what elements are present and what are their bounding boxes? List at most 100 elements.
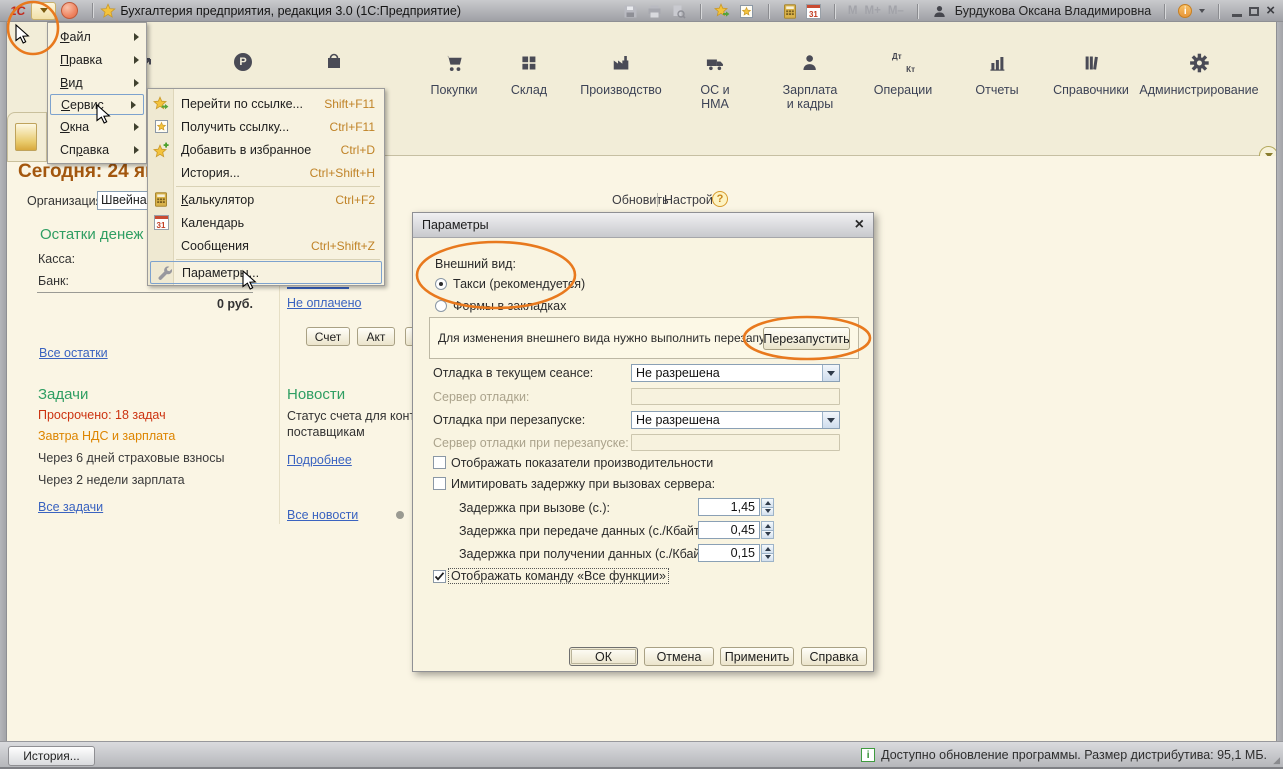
performance-checkbox[interactable]	[433, 456, 446, 469]
save-icon[interactable]	[622, 3, 639, 20]
delay-receive-spinner[interactable]	[761, 544, 774, 562]
dialog-close-button[interactable]: ×	[855, 218, 864, 232]
application-window: 1С Бухгалтерия предприятия, редакция 3.0…	[0, 0, 1283, 769]
section-tab-directories[interactable]: Справочники	[1053, 52, 1129, 97]
shortcut: Ctrl+F11	[330, 120, 375, 134]
menu-item-history[interactable]: История... Ctrl+Shift+H	[148, 161, 384, 184]
menu-item-file[interactable]: Файл	[48, 25, 146, 48]
all-news-link[interactable]: Все новости	[287, 508, 358, 522]
chevron-down-icon[interactable]	[1199, 9, 1205, 13]
help-button[interactable]: Справка	[801, 647, 867, 666]
gear-icon	[1187, 52, 1211, 74]
parameters-dialog: Параметры × Внешний вид: Такси (рекоменд…	[412, 212, 874, 672]
delay-call-spinner[interactable]	[761, 498, 774, 516]
favorites-star-icon[interactable]	[99, 2, 116, 19]
task-item[interactable]: Просрочено: 18 задач	[38, 408, 166, 422]
dropdown-button[interactable]	[822, 365, 839, 381]
calculator-icon[interactable]	[782, 3, 799, 20]
main-menu-button[interactable]	[31, 2, 56, 20]
apply-button[interactable]: Применить	[720, 647, 794, 666]
menu-item-edit[interactable]: Правка	[48, 48, 146, 71]
section-label: Справочники	[1053, 83, 1129, 97]
total-amount: 0 руб.	[153, 297, 253, 311]
print-icon[interactable]	[646, 3, 663, 20]
section-tab-reports[interactable]: Отчеты	[975, 52, 1018, 97]
menu-item-add-favorite[interactable]: Добавить в избранное Ctrl+D	[148, 138, 384, 161]
minimize-button[interactable]	[1232, 14, 1242, 17]
sales-section-icon[interactable]	[325, 52, 343, 76]
submenu-arrow-icon	[134, 56, 139, 64]
delay-call-input[interactable]: 1,45	[698, 498, 760, 516]
resize-grip[interactable]: ◢	[1273, 755, 1281, 766]
menu-item-view[interactable]: Вид	[48, 71, 146, 94]
task-item[interactable]: Через 6 дней страховые взносы	[38, 451, 224, 465]
menu-item-service[interactable]: Сервис	[50, 94, 144, 115]
section-tab-payroll[interactable]: Зарплата и кадры	[783, 52, 838, 112]
delay-receive-input[interactable]: 0,15	[698, 544, 760, 562]
not-paid-link[interactable]: Не оплачено	[287, 296, 361, 310]
section-tab-production[interactable]: Производство	[580, 52, 662, 97]
current-user-name[interactable]: Бурдукова Оксана Владимировна	[955, 4, 1151, 18]
menu-item-help[interactable]: Справка	[48, 138, 146, 161]
maximize-button[interactable]	[1249, 7, 1259, 16]
menu-item-go-to-link[interactable]: Перейти по ссылке... Shift+F11	[148, 92, 384, 115]
print-preview-icon[interactable]	[670, 3, 687, 20]
close-button[interactable]: ×	[1266, 4, 1275, 18]
news-more-link[interactable]: Подробнее	[287, 453, 352, 467]
refresh-link[interactable]: Обновить	[612, 193, 669, 207]
menu-item-calculator[interactable]: Калькулятор Ctrl+F2	[148, 188, 384, 211]
section-label: Склад	[511, 83, 547, 97]
invoice-button[interactable]: Счет	[306, 327, 350, 346]
delay-send-input[interactable]: 0,45	[698, 521, 760, 539]
delay-send-spinner[interactable]	[761, 521, 774, 539]
radio-taxi-label[interactable]: Такси (рекомендуется)	[453, 277, 585, 291]
ok-button[interactable]: ОК	[569, 647, 638, 666]
quick-menu-button[interactable]	[61, 2, 78, 19]
radio-forms-in-tabs[interactable]	[435, 300, 447, 312]
all-balances-link[interactable]: Все остатки	[39, 346, 108, 360]
calendar-icon[interactable]: 31	[806, 4, 821, 19]
memory-recall-button[interactable]: М	[848, 5, 858, 17]
memory-plus-button[interactable]: М+	[865, 5, 881, 17]
organization-select[interactable]: Швейна	[97, 191, 148, 210]
section-tab-warehouse[interactable]: Склад	[511, 52, 547, 97]
dropdown-button[interactable]	[822, 412, 839, 428]
radio-forms-in-tabs-label[interactable]: Формы в закладках	[453, 299, 566, 313]
menu-item-get-link[interactable]: Получить ссылку... Ctrl+F11	[148, 115, 384, 138]
dialog-title-bar[interactable]: Параметры ×	[413, 213, 873, 238]
performance-checkbox-label[interactable]: Отображать показатели производительности	[451, 456, 713, 470]
section-label: ОС и НМА	[700, 83, 729, 112]
debug-restart-select[interactable]: Не разрешена	[631, 411, 840, 429]
menu-item-messages[interactable]: Сообщения Ctrl+Shift+Z	[148, 234, 384, 257]
memory-minus-button[interactable]: М–	[888, 5, 904, 17]
bank-cash-section-icon[interactable]: Р	[234, 53, 252, 71]
section-tab-operations[interactable]: Дт Кт Операции	[874, 52, 932, 97]
menu-item-parameters[interactable]: Параметры...	[150, 261, 382, 284]
imitate-delay-checkbox[interactable]	[433, 477, 446, 490]
act-button[interactable]: Акт	[357, 327, 395, 346]
favorites-list-icon[interactable]	[738, 3, 755, 20]
restart-button[interactable]: Перезапустить	[763, 327, 850, 350]
submenu-arrow-icon	[134, 123, 139, 131]
help-icon[interactable]: ?	[712, 191, 728, 207]
task-item[interactable]: Через 2 недели зарплата	[38, 473, 185, 487]
update-status[interactable]: i Доступно обновление программы. Размер …	[861, 742, 1267, 768]
task-item[interactable]: Завтра НДС и зарплата	[38, 429, 175, 443]
all-functions-checkbox[interactable]	[433, 570, 446, 583]
section-tab-purchases[interactable]: Покупки	[430, 52, 477, 97]
debug-current-select[interactable]: Не разрешена	[631, 364, 840, 382]
section-tab-fixed-assets[interactable]: ОС и НМА	[700, 52, 729, 112]
radio-taxi[interactable]	[435, 278, 447, 290]
imitate-delay-checkbox-label[interactable]: Имитировать задержку при вызовах сервера…	[451, 477, 715, 491]
cancel-button[interactable]: Отмена	[644, 647, 714, 666]
menu-item-windows[interactable]: Окна	[48, 115, 146, 138]
menu-item-calendar[interactable]: 31 Календарь	[148, 211, 384, 234]
divider	[37, 292, 253, 293]
info-icon[interactable]: i	[1178, 4, 1192, 18]
section-tab-administration[interactable]: Администрирование	[1139, 52, 1258, 97]
debug-server-restart-label: Сервер отладки при перезапуске:	[433, 436, 629, 450]
add-favorite-icon[interactable]	[714, 3, 731, 20]
history-status-button[interactable]: История...	[8, 746, 95, 766]
all-functions-checkbox-label[interactable]: Отображать команду «Все функции»	[449, 569, 668, 583]
all-tasks-link[interactable]: Все задачи	[38, 500, 103, 514]
